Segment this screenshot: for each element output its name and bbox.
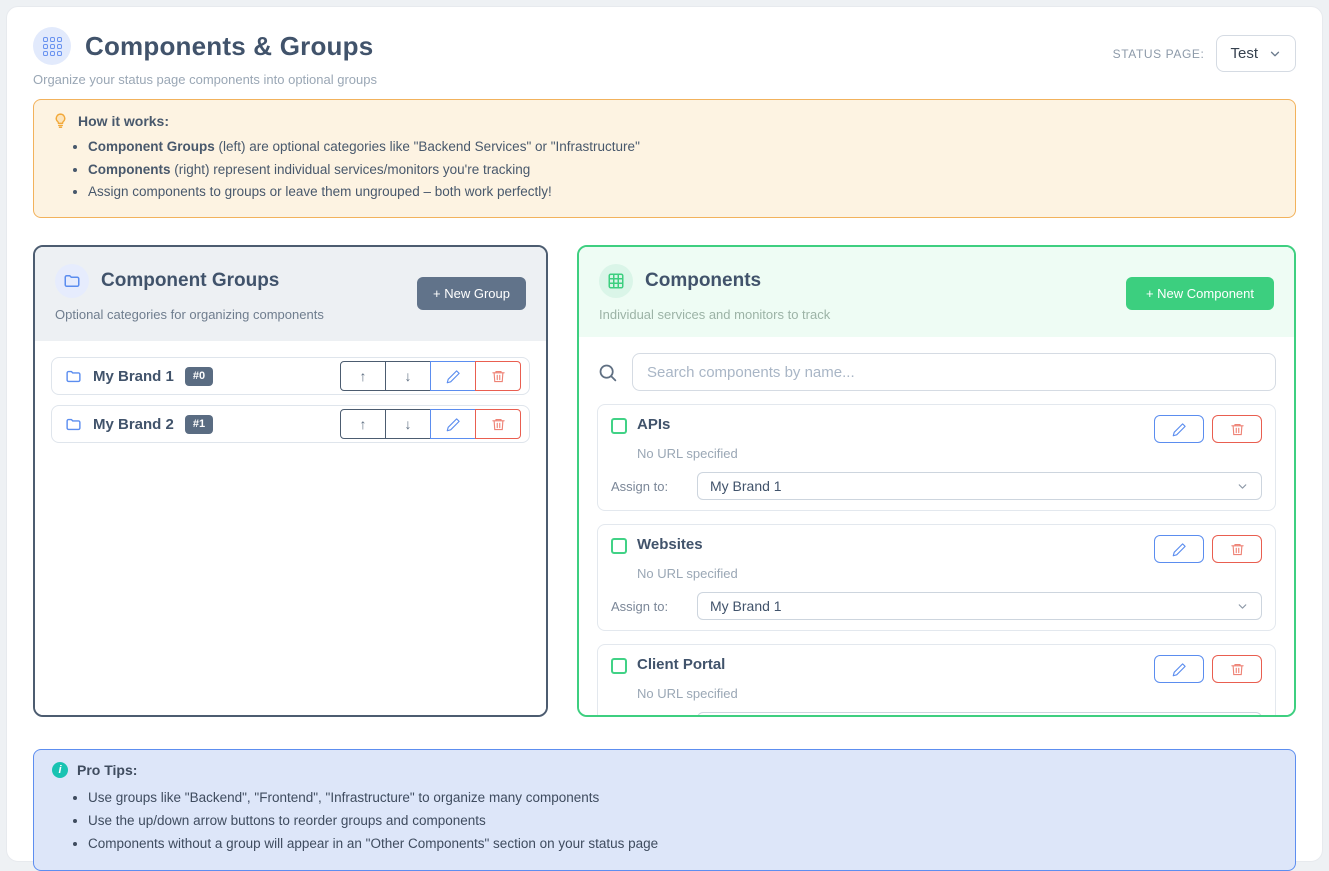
assign-group-select[interactable]: My Brand 2 (697, 712, 1262, 717)
move-group-down-button[interactable]: ↓ (385, 409, 431, 439)
pencil-icon (446, 417, 461, 432)
delete-component-button[interactable] (1212, 415, 1262, 443)
folder-icon (65, 416, 82, 433)
group-order-badge: #0 (185, 367, 213, 386)
move-group-up-button[interactable]: ↑ (340, 409, 386, 439)
component-url-status: No URL specified (637, 566, 1262, 581)
how-it-works-item: Component Groups (left) are optional cat… (88, 136, 1277, 159)
components-panel: Components Individual services and monit… (577, 245, 1296, 717)
component-name: APIs (637, 416, 670, 433)
info-icon: i (52, 762, 68, 778)
group-name: My Brand 1 (93, 368, 174, 385)
components-panel-subtitle: Individual services and monitors to trac… (599, 307, 830, 322)
search-components-input[interactable] (632, 353, 1276, 391)
trash-icon (491, 369, 506, 384)
delete-component-button[interactable] (1212, 655, 1262, 683)
edit-group-button[interactable] (430, 409, 476, 439)
page-subtitle: Organize your status page components int… (33, 72, 377, 87)
edit-group-button[interactable] (430, 361, 476, 391)
trash-icon (1230, 542, 1245, 557)
pencil-icon (446, 369, 461, 384)
pro-tips-banner: i Pro Tips: Use groups like "Backend", "… (33, 749, 1296, 871)
status-page-label: STATUS PAGE: (1113, 47, 1205, 61)
pencil-icon (1172, 542, 1187, 557)
groups-panel-subtitle: Optional categories for organizing compo… (55, 307, 324, 322)
trash-icon (491, 417, 506, 432)
group-row: My Brand 2 #1 ↑ ↓ (51, 405, 530, 443)
assigned-group-value: My Brand 1 (710, 598, 782, 614)
pro-tips-item: Components without a group will appear i… (88, 832, 1277, 855)
component-url-status: No URL specified (637, 686, 1262, 701)
how-it-works-item: Assign components to groups or leave the… (88, 181, 1277, 204)
component-card: Websites No URL specified Assign to: (597, 524, 1276, 631)
edit-component-button[interactable] (1154, 415, 1204, 443)
status-page-dropdown[interactable]: Test (1216, 35, 1296, 72)
page-title: Components & Groups (85, 31, 373, 62)
pro-tips-title: Pro Tips: (77, 762, 137, 778)
how-it-works-item: Components (right) represent individual … (88, 159, 1277, 182)
groups-panel-title: Component Groups (101, 270, 279, 292)
how-it-works-title: How it works: (78, 113, 169, 129)
new-group-button[interactable]: + New Group (417, 277, 526, 310)
table-grid-icon (599, 264, 633, 298)
delete-component-button[interactable] (1212, 535, 1262, 563)
assign-to-label: Assign to: (611, 479, 697, 494)
apps-grid-icon (33, 27, 71, 65)
pencil-icon (1172, 422, 1187, 437)
trash-icon (1230, 422, 1245, 437)
component-name: Client Portal (637, 656, 725, 673)
pro-tips-item: Use the up/down arrow buttons to reorder… (88, 809, 1277, 832)
pro-tips-list: Use groups like "Backend", "Frontend", "… (88, 786, 1277, 856)
status-page-value: Test (1230, 45, 1258, 62)
delete-group-button[interactable] (475, 361, 521, 391)
group-order-badge: #1 (185, 415, 213, 434)
groups-list: My Brand 1 #0 ↑ ↓ My B (35, 341, 546, 715)
component-checkbox[interactable] (611, 538, 627, 554)
pencil-icon (1172, 662, 1187, 677)
group-row: My Brand 1 #0 ↑ ↓ (51, 357, 530, 395)
how-it-works-banner: How it works: Component Groups (left) ar… (33, 99, 1296, 218)
delete-group-button[interactable] (475, 409, 521, 439)
page-header-left: Components & Groups Organize your status… (33, 27, 377, 87)
edit-component-button[interactable] (1154, 535, 1204, 563)
chevron-down-icon (1236, 480, 1249, 493)
edit-component-button[interactable] (1154, 655, 1204, 683)
folder-icon (65, 368, 82, 385)
pro-tips-item: Use groups like "Backend", "Frontend", "… (88, 786, 1277, 809)
assign-group-select[interactable]: My Brand 1 (697, 592, 1262, 620)
move-group-up-button[interactable]: ↑ (340, 361, 386, 391)
component-checkbox[interactable] (611, 418, 627, 434)
lightbulb-icon (52, 112, 69, 129)
new-component-button[interactable]: + New Component (1126, 277, 1274, 310)
assigned-group-value: My Brand 1 (710, 478, 782, 494)
component-checkbox[interactable] (611, 658, 627, 674)
assign-to-label: Assign to: (611, 599, 697, 614)
chevron-down-icon (1236, 600, 1249, 613)
component-card: Client Portal No URL specified Assig (597, 644, 1276, 717)
how-it-works-list: Component Groups (left) are optional cat… (88, 136, 1277, 204)
folder-icon (55, 264, 89, 298)
page-header: Components & Groups Organize your status… (33, 27, 1296, 87)
component-groups-panel: Component Groups Optional categories for… (33, 245, 548, 717)
component-card: APIs No URL specified Assign to: (597, 404, 1276, 511)
chevron-down-icon (1268, 47, 1282, 61)
components-panel-title: Components (645, 270, 761, 292)
move-group-down-button[interactable]: ↓ (385, 361, 431, 391)
trash-icon (1230, 662, 1245, 677)
status-page-selector: STATUS PAGE: Test (1113, 35, 1296, 72)
group-name: My Brand 2 (93, 416, 174, 433)
components-groups-page: Components & Groups Organize your status… (6, 6, 1323, 862)
search-icon (597, 362, 618, 383)
assign-group-select[interactable]: My Brand 1 (697, 472, 1262, 500)
component-name: Websites (637, 536, 703, 553)
component-url-status: No URL specified (637, 446, 1262, 461)
